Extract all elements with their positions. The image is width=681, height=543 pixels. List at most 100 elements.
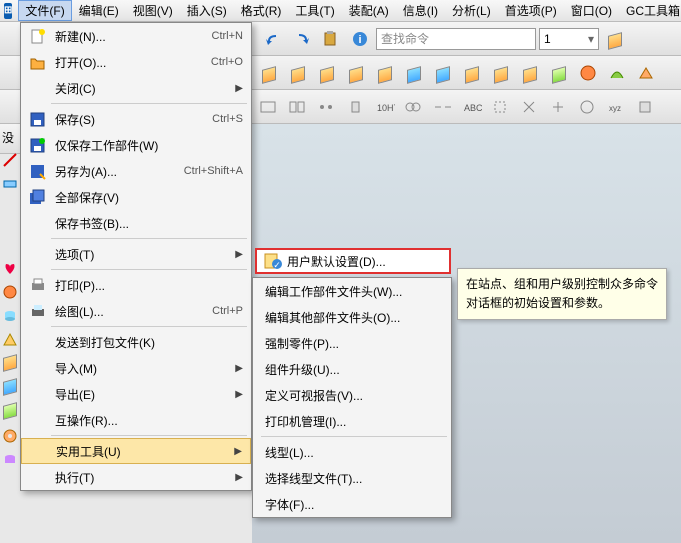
view-5[interactable]: 10H7 <box>372 94 398 120</box>
view-12[interactable] <box>575 94 601 120</box>
page-input[interactable]: 1▾ <box>539 28 599 50</box>
menubar: ⊞ 文件(F) 编辑(E) 视图(V) 插入(S) 格式(R) 工具(T) 装配… <box>0 0 681 22</box>
util-menu-item[interactable]: 编辑其他部件文件头(O)... <box>253 304 451 330</box>
tool-btn-a[interactable] <box>602 26 628 52</box>
file-menu-W[interactable]: 仅保存工作部件(W) <box>21 132 251 158</box>
view-7[interactable] <box>430 94 456 120</box>
svg-text:ABC: ABC <box>464 103 482 113</box>
undo-button[interactable] <box>260 26 286 52</box>
side-cone[interactable] <box>0 328 20 352</box>
user-defaults-icon: ✓ <box>263 252 283 270</box>
file-menu-P[interactable]: 打印(P)... <box>21 272 251 298</box>
view-11[interactable] <box>546 94 572 120</box>
side-line[interactable] <box>0 148 20 172</box>
file-menu-A[interactable]: 另存为(A)...Ctrl+Shift+A <box>21 158 251 184</box>
tooltip: 在站点、组和用户级别控制众多命令 对话框的初始设置和参数。 <box>457 268 667 320</box>
view-2[interactable] <box>285 94 311 120</box>
menu-view[interactable]: 视图(V) <box>126 0 180 21</box>
side-box1[interactable] <box>0 352 20 376</box>
prim-10[interactable] <box>517 60 543 86</box>
file-menu-E[interactable]: 导出(E)▶ <box>21 381 251 407</box>
prim-1[interactable] <box>256 60 282 86</box>
side-heart[interactable] <box>0 256 20 280</box>
menu-edit[interactable]: 编辑(E) <box>72 0 126 21</box>
side-box2[interactable] <box>0 376 20 400</box>
menu-insert[interactable]: 插入(S) <box>180 0 234 21</box>
prim-11[interactable] <box>546 60 572 86</box>
side-toolbar <box>0 148 20 472</box>
file-menu-T[interactable]: 执行(T)▶ <box>21 464 251 490</box>
file-menu-T[interactable]: 选项(T)▶ <box>21 241 251 267</box>
side-cyl2[interactable] <box>0 448 20 472</box>
prim-14[interactable] <box>633 60 659 86</box>
menu-analysis[interactable]: 分析(L) <box>445 0 498 21</box>
view-1[interactable] <box>256 94 282 120</box>
side-text: 没 <box>2 129 14 146</box>
util-menu-item[interactable]: 选择线型文件(T)... <box>253 465 451 491</box>
search-input[interactable]: 查找命令 <box>376 28 536 50</box>
info-button[interactable]: i <box>347 26 373 52</box>
app-logo-icon: ⊞ <box>4 3 12 19</box>
side-donut[interactable] <box>0 424 20 448</box>
view-8[interactable]: ABC <box>459 94 485 120</box>
prim-8[interactable] <box>459 60 485 86</box>
tooltip-line1: 在站点、组和用户级别控制众多命令 <box>466 275 658 294</box>
file-menu-B[interactable]: 保存书签(B)... <box>21 210 251 236</box>
view-9[interactable] <box>488 94 514 120</box>
prim-7[interactable] <box>430 60 456 86</box>
prim-4[interactable] <box>343 60 369 86</box>
paste-button[interactable] <box>318 26 344 52</box>
tooltip-line2: 对话框的初始设置和参数。 <box>466 294 658 313</box>
prim-5[interactable] <box>372 60 398 86</box>
file-menu-M[interactable]: 导入(M)▶ <box>21 355 251 381</box>
util-menu-item[interactable]: 字体(F)... <box>253 491 451 517</box>
file-menu-U[interactable]: 实用工具(U)▶ <box>21 438 251 464</box>
menu-window[interactable]: 窗口(O) <box>564 0 619 21</box>
menu-gctools[interactable]: GC工具箱 <box>619 0 681 21</box>
file-menu-O[interactable]: 打开(O)...Ctrl+O <box>21 49 251 75</box>
file-menu-S[interactable]: 保存(S)Ctrl+S <box>21 106 251 132</box>
util-menu-item[interactable]: 组件升级(U)... <box>253 356 451 382</box>
file-menu-V[interactable]: 全部保存(V) <box>21 184 251 210</box>
file-menu-C[interactable]: 关闭(C)▶ <box>21 75 251 101</box>
side-cyl[interactable] <box>0 304 20 328</box>
svg-text:i: i <box>358 34 361 46</box>
util-menu-item[interactable]: 打印机管理(I)... <box>253 408 451 434</box>
menu-info[interactable]: 信息(I) <box>396 0 445 21</box>
side-box3[interactable] <box>0 400 20 424</box>
prim-9[interactable] <box>488 60 514 86</box>
view-3[interactable] <box>314 94 340 120</box>
side-plane[interactable] <box>0 172 20 196</box>
prim-6[interactable] <box>401 60 427 86</box>
view-6[interactable] <box>401 94 427 120</box>
svg-text:xyz: xyz <box>609 104 621 113</box>
view-4[interactable] <box>343 94 369 120</box>
menu-file[interactable]: 文件(F) <box>18 0 71 21</box>
view-13[interactable]: xyz <box>604 94 630 120</box>
file-menu-K[interactable]: 发送到打包文件(K) <box>21 329 251 355</box>
menu-format[interactable]: 格式(R) <box>234 0 289 21</box>
file-menu-L[interactable]: 绘图(L)...Ctrl+P <box>21 298 251 324</box>
file-menu-R[interactable]: 互操作(R)... <box>21 407 251 433</box>
util-menu-item[interactable]: 强制零件(P)... <box>253 330 451 356</box>
svg-text:10H7: 10H7 <box>377 103 395 113</box>
menu-tools[interactable]: 工具(T) <box>288 0 341 21</box>
menu-assembly[interactable]: 装配(A) <box>342 0 396 21</box>
util-menu-item[interactable]: 定义可视报告(V)... <box>253 382 451 408</box>
user-defaults-label: 用户默认设置(D)... <box>287 253 386 270</box>
prim-13[interactable] <box>604 60 630 86</box>
svg-text:✓: ✓ <box>273 260 281 270</box>
prim-12[interactable] <box>575 60 601 86</box>
user-defaults-item[interactable]: ✓ 用户默认设置(D)... <box>255 248 451 274</box>
menu-preferences[interactable]: 首选项(P) <box>498 0 564 21</box>
view-10[interactable] <box>517 94 543 120</box>
side-sphere[interactable] <box>0 280 20 304</box>
util-menu-item[interactable]: 编辑工作部件文件头(W)... <box>253 278 451 304</box>
prim-2[interactable] <box>285 60 311 86</box>
view-14[interactable] <box>633 94 659 120</box>
prim-3[interactable] <box>314 60 340 86</box>
utility-submenu: 编辑工作部件文件头(W)...编辑其他部件文件头(O)...强制零件(P)...… <box>252 277 452 518</box>
file-menu-N[interactable]: 新建(N)...Ctrl+N <box>21 23 251 49</box>
redo-button[interactable] <box>289 26 315 52</box>
util-menu-item[interactable]: 线型(L)... <box>253 439 451 465</box>
